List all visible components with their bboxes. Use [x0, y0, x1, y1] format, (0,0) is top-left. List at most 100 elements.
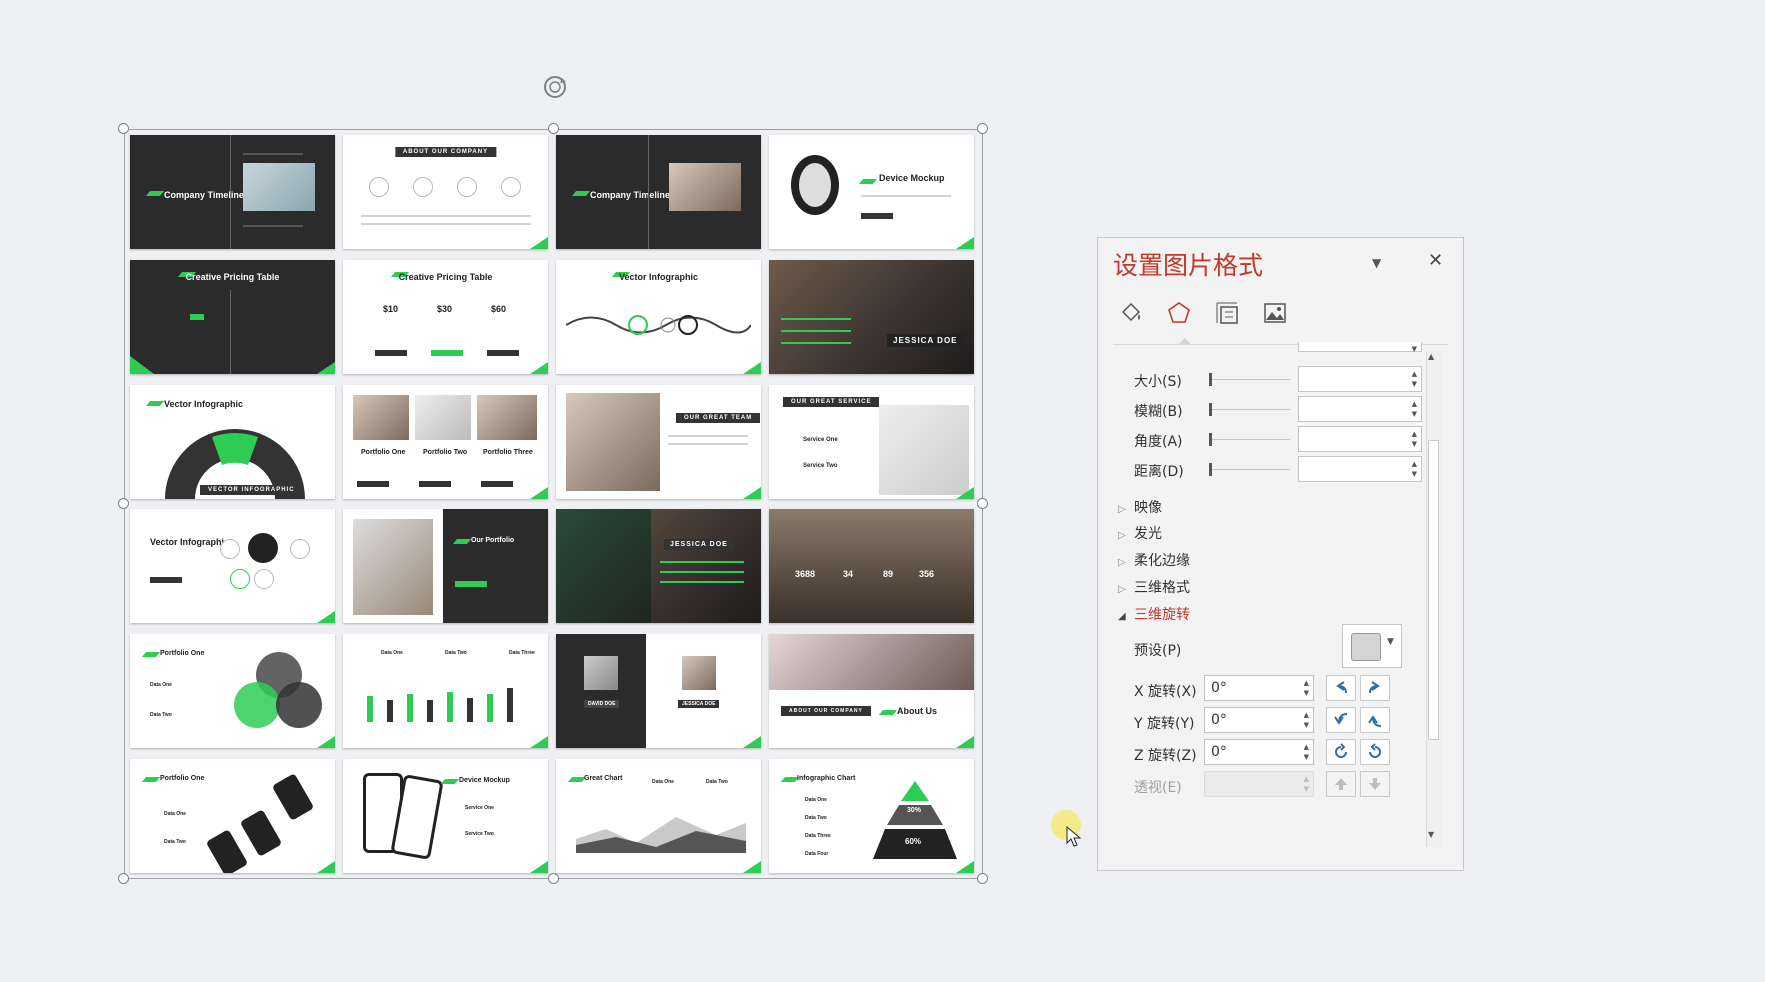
section-reflection[interactable]: ▷ 映像 — [1118, 497, 1162, 517]
chevron-right-icon: ▷ — [1118, 584, 1126, 595]
slide-thumbnail: OUR GREAT TEAM — [556, 384, 761, 499]
z-rotate-counterclockwise-icon[interactable] — [1326, 739, 1356, 765]
shadow-angle-label: 角度(A) — [1134, 434, 1183, 450]
shadow-distance-input[interactable]: ▲ ▼ — [1298, 456, 1422, 482]
shadow-angle-slider-knob[interactable] — [1209, 433, 1212, 446]
section-3d-format[interactable]: ▷ 三维格式 — [1118, 577, 1190, 597]
slide-thumbnail: ABOUT OUR COMPANY — [343, 135, 548, 249]
x-rotate-left-icon[interactable] — [1326, 675, 1356, 701]
y-rotation-input[interactable]: 0° ▲ ▼ — [1204, 707, 1314, 733]
slide-thumbnail: Company Timeline — [130, 135, 335, 249]
slide-grid-picture[interactable]: Company Timeline ABOUT OUR COMPANY Compa… — [130, 135, 977, 873]
z-rotation-input[interactable]: 0° ▲ ▼ — [1204, 739, 1314, 765]
slide-label: Data One — [150, 682, 172, 689]
pane-title: 设置图片格式 — [1113, 251, 1264, 280]
slide-thumbnail: DAVID DOE JESSICA DOE — [556, 634, 761, 749]
size-position-icon[interactable] — [1212, 298, 1242, 328]
resize-handle-nw[interactable] — [118, 123, 129, 134]
slide-banner: OUR GREAT SERVICE — [783, 396, 880, 407]
shadow-size-slider-knob[interactable] — [1209, 373, 1212, 386]
picture-icon[interactable] — [1260, 298, 1290, 328]
preset-label: 预设(P) — [1134, 643, 1182, 659]
shadow-size-input[interactable]: ▲ ▼ — [1298, 366, 1422, 392]
pane-close-icon[interactable]: ✕ — [1428, 250, 1443, 271]
slide-label: Data Two — [706, 778, 728, 785]
section-glow[interactable]: ▷ 发光 — [1118, 523, 1162, 543]
y-rotate-up-icon[interactable] — [1326, 707, 1356, 733]
slide-label: Data One — [381, 650, 403, 657]
slide-label: Data Two — [150, 712, 172, 719]
shadow-angle-slider[interactable] — [1210, 439, 1290, 440]
perspective-increase-icon — [1326, 771, 1356, 797]
resize-handle-e[interactable] — [977, 498, 988, 509]
slide-title: About Us — [897, 706, 937, 717]
scroll-down-icon[interactable]: ▼ — [1428, 830, 1434, 839]
resize-handle-sw[interactable] — [118, 873, 129, 884]
shadow-distance-slider-knob[interactable] — [1209, 463, 1212, 476]
rotate-handle-icon[interactable] — [540, 72, 570, 102]
slide-thumbnail: 3688 34 89 356 — [769, 509, 974, 624]
slide-thumbnail: Vector Infographic VECTOR INFOGRAPHIC — [130, 384, 335, 499]
slide-title: Portfolio One — [160, 650, 205, 658]
fill-line-icon[interactable] — [1116, 298, 1146, 328]
slide-banner: ABOUT OUR COMPANY — [781, 706, 871, 717]
shadow-distance-label: 距离(D) — [1134, 464, 1184, 480]
shadow-blur-label: 模糊(B) — [1134, 404, 1183, 420]
slide-title: Vector Infographic — [150, 537, 230, 548]
chevron-down-icon: ▼ — [1387, 637, 1394, 647]
z-rotate-clockwise-icon[interactable] — [1360, 739, 1390, 765]
slide-banner: VECTOR INFOGRAPHIC — [200, 484, 303, 495]
slide-title: ABOUT OUR COMPANY — [394, 147, 497, 157]
slide-title: Our Portfolio — [471, 537, 515, 545]
pane-options-chevron-down-icon[interactable]: ▼ — [1372, 256, 1381, 270]
shadow-distance-slider[interactable] — [1210, 469, 1290, 470]
stat: 356 — [919, 569, 935, 580]
chevron-right-icon: ▷ — [1118, 530, 1126, 541]
scroll-up-icon[interactable]: ▲ — [1428, 352, 1434, 361]
pyramid-value: 60% — [905, 836, 922, 846]
slide-label: Service Two — [803, 462, 838, 469]
slide-title: JESSICA DOE — [678, 700, 720, 709]
slide-thumbnail: Portfolio One Data One Data Two — [130, 634, 335, 749]
section-soft-edges[interactable]: ▷ 柔化边缘 — [1118, 550, 1190, 570]
shadow-blur-slider[interactable] — [1210, 409, 1290, 410]
stat: 34 — [843, 569, 854, 580]
y-rotate-down-icon[interactable] — [1360, 707, 1390, 733]
shadow-blur-slider-knob[interactable] — [1209, 403, 1212, 416]
x-rotation-input[interactable]: 0° ▲ ▼ — [1204, 675, 1314, 701]
shadow-blur-input[interactable]: ▲ ▼ — [1298, 396, 1422, 422]
slide-label: Data Three — [805, 832, 831, 839]
format-picture-pane: 设置图片格式 ▼ ✕ ▼ 大小(S) ▲ ▼ 模糊(B) ▲ ▼ 角度(A) ▲ ▼ … — [1097, 237, 1464, 871]
preset-dropdown[interactable]: ▼ — [1342, 624, 1402, 668]
slide-thumbnail: JESSICA DOE — [556, 509, 761, 624]
slide-title: Company Timeline — [164, 189, 244, 200]
slide-title: Great Chart — [584, 774, 623, 782]
slide-title: Device Mockup — [459, 776, 510, 784]
section-3d-rotation[interactable]: ◢ 三维旋转 — [1118, 604, 1190, 624]
resize-handle-w[interactable] — [118, 498, 129, 509]
section-label: 三维旋转 — [1134, 607, 1190, 623]
transparency-spin-partial[interactable]: ▼ — [1298, 342, 1422, 353]
slide-label: Service One — [465, 804, 494, 811]
slide-label: Data Four — [805, 850, 829, 857]
slide-label: Data Three — [509, 650, 535, 657]
resize-handle-se[interactable] — [977, 873, 988, 884]
slide-title: Vector Infographic — [164, 398, 244, 409]
slide-thumbnail: Infographic Chart Data One Data Two Data… — [769, 758, 974, 873]
chevron-down-icon: ◢ — [1118, 611, 1126, 622]
resize-handle-n[interactable] — [548, 123, 559, 134]
slide-label: Data One — [652, 778, 674, 785]
perspective-label: 透视(E) — [1134, 780, 1182, 796]
mouse-pointer-icon — [1066, 826, 1082, 847]
shadow-size-label: 大小(S) — [1134, 374, 1182, 390]
shadow-angle-input[interactable]: ▲ ▼ — [1298, 426, 1422, 452]
effects-icon[interactable] — [1164, 298, 1194, 328]
pyramid-value: 30% — [907, 806, 922, 814]
shadow-size-slider[interactable] — [1210, 379, 1290, 380]
resize-handle-ne[interactable] — [977, 123, 988, 134]
slide-thumbnail: Device Mockup Service One Service Two — [343, 758, 548, 873]
section-label: 发光 — [1134, 526, 1162, 542]
x-rotate-right-icon[interactable] — [1360, 675, 1390, 701]
resize-handle-s[interactable] — [548, 873, 559, 884]
pane-scroll-thumb[interactable] — [1428, 440, 1439, 740]
